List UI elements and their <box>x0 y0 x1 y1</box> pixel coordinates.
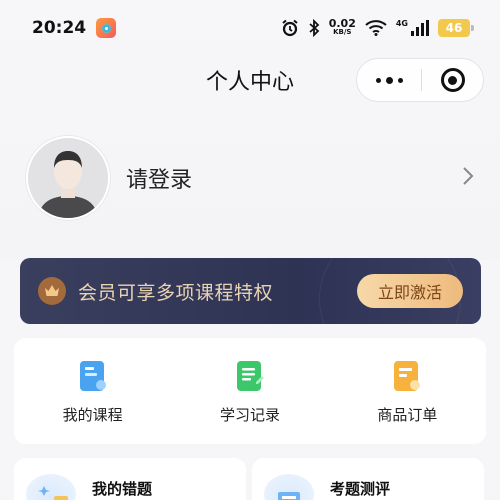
bluetooth-icon <box>308 19 320 37</box>
quick-link-orders[interactable]: 商品订单 <box>329 338 486 444</box>
exam-assessment-icon <box>264 474 314 500</box>
course-icon <box>79 361 106 391</box>
crown-icon <box>38 277 66 305</box>
card-title: 考题测评 <box>330 480 391 498</box>
quick-link-label: 我的课程 <box>62 406 123 424</box>
activate-button[interactable]: 立即激活 <box>357 274 463 308</box>
card-exam-assessment[interactable]: 考题测评 <box>252 458 484 500</box>
card-wrong-questions[interactable]: 我的错题 <box>14 458 246 500</box>
order-icon <box>394 361 421 391</box>
quick-link-study-record[interactable]: 学习记录 <box>171 338 328 444</box>
vip-banner[interactable]: 会员可享多项课程特权 立即激活 <box>20 258 481 324</box>
avatar-placeholder <box>28 138 108 218</box>
chevron-right-icon[interactable] <box>462 166 474 190</box>
app-badge-icon <box>96 18 117 38</box>
quick-links-card: 我的课程 学习记录 商品订单 <box>14 338 486 444</box>
profile-row[interactable]: 请登录 <box>26 136 486 220</box>
vip-text: 会员可享多项课程特权 <box>78 281 274 304</box>
battery-icon: 46 <box>438 19 474 37</box>
status-bar: 20:24 0.02 KB/S 4G 46 <box>0 0 500 56</box>
wifi-icon <box>365 20 387 36</box>
signal-icon <box>411 20 429 36</box>
status-icons: 0.02 KB/S 4G 46 <box>281 17 474 37</box>
login-prompt[interactable]: 请登录 <box>126 162 192 194</box>
network-type: 4G <box>395 18 408 28</box>
quick-link-label: 学习记录 <box>219 406 280 424</box>
study-record-icon <box>236 361 264 391</box>
quick-link-label: 商品订单 <box>377 406 438 424</box>
network-speed: 0.02 KB/S <box>328 17 356 37</box>
quick-link-my-courses[interactable]: 我的课程 <box>14 338 171 444</box>
status-time: 20:24 <box>32 18 87 38</box>
mini-program-capsule <box>356 58 484 102</box>
wrong-questions-icon <box>26 474 76 500</box>
close-target-icon[interactable] <box>422 68 483 92</box>
card-title: 我的错题 <box>92 480 153 498</box>
more-icon[interactable] <box>357 76 421 84</box>
avatar[interactable] <box>26 136 110 220</box>
alarm-icon <box>281 19 299 37</box>
speed-value: 0.02 <box>328 17 356 30</box>
speed-unit: KB/S <box>333 28 352 36</box>
